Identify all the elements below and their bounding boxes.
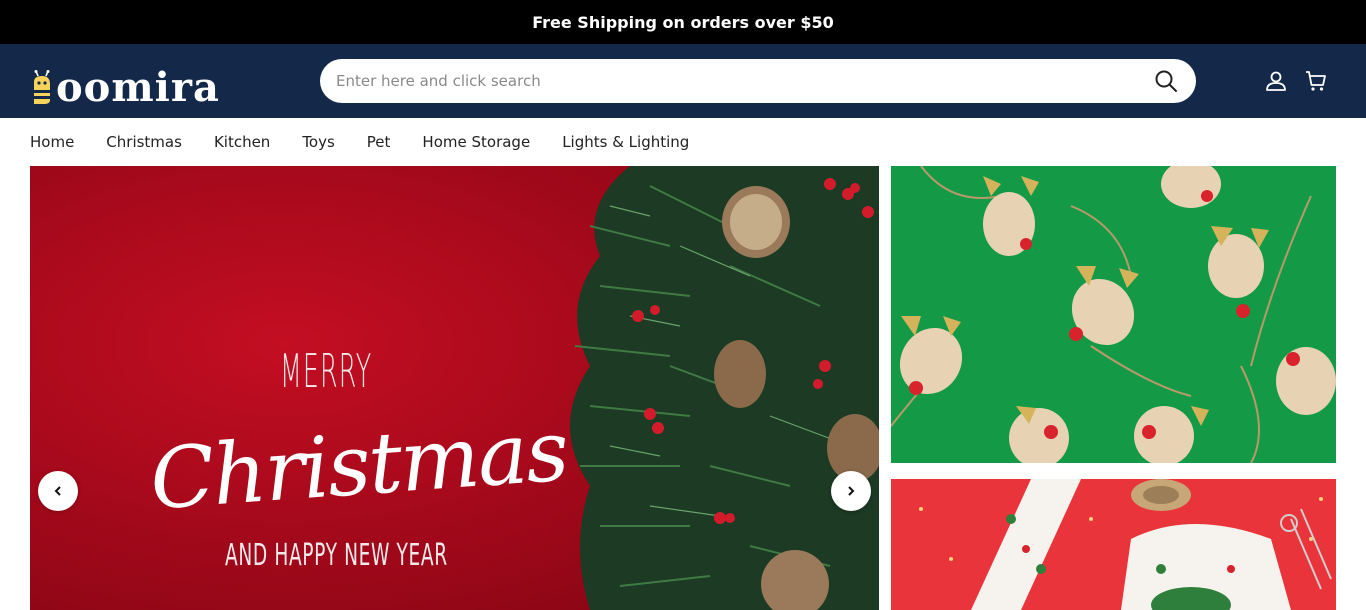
hero-new-year-text: AND HAPPY NEW YEAR bbox=[225, 538, 448, 573]
carousel-next-button[interactable] bbox=[831, 471, 871, 511]
hero-christmas-text: Christmas bbox=[147, 401, 571, 529]
nav-item-lights[interactable]: Lights & Lighting bbox=[562, 133, 689, 151]
nav-item-home-storage[interactable]: Home Storage bbox=[422, 133, 530, 151]
nav-item-home[interactable]: Home bbox=[30, 133, 74, 151]
carousel-prev-button[interactable] bbox=[38, 471, 78, 511]
promo-bar: Free Shipping on orders over $50 bbox=[0, 0, 1366, 44]
nav-item-pet[interactable]: Pet bbox=[367, 133, 391, 151]
nav-item-toys[interactable]: Toys bbox=[302, 133, 334, 151]
brand-logo[interactable]: oomira bbox=[30, 58, 220, 111]
chevron-left-icon bbox=[54, 486, 61, 496]
promo-banner-reindeer[interactable] bbox=[891, 166, 1336, 463]
logo-bee-icon bbox=[34, 70, 50, 104]
search-bar bbox=[320, 59, 1196, 103]
promo-banner-gift-wrap[interactable] bbox=[891, 479, 1336, 610]
brand-name: oomira bbox=[56, 64, 220, 111]
cart-icon[interactable] bbox=[1305, 70, 1327, 92]
reindeer-ornaments-image bbox=[891, 166, 1336, 463]
hero-greeting: MERRY Christmas AND HAPPY NEW YEAR bbox=[30, 166, 630, 610]
main-nav: Home Christmas Kitchen Toys Pet Home Sto… bbox=[0, 118, 1366, 166]
user-icon[interactable] bbox=[1265, 70, 1287, 92]
search-input[interactable] bbox=[336, 61, 1136, 101]
nav-item-christmas[interactable]: Christmas bbox=[106, 133, 182, 151]
hero-merry-text: MERRY bbox=[280, 344, 373, 398]
chevron-right-icon bbox=[848, 486, 855, 496]
search-icon[interactable] bbox=[1154, 69, 1178, 93]
hero-banner[interactable]: MERRY Christmas AND HAPPY NEW YEAR bbox=[30, 166, 879, 610]
promo-text: Free Shipping on orders over $50 bbox=[532, 12, 834, 32]
nav-item-kitchen[interactable]: Kitchen bbox=[214, 133, 270, 151]
gift-wrap-image bbox=[891, 479, 1336, 610]
site-header: oomira bbox=[0, 44, 1366, 118]
